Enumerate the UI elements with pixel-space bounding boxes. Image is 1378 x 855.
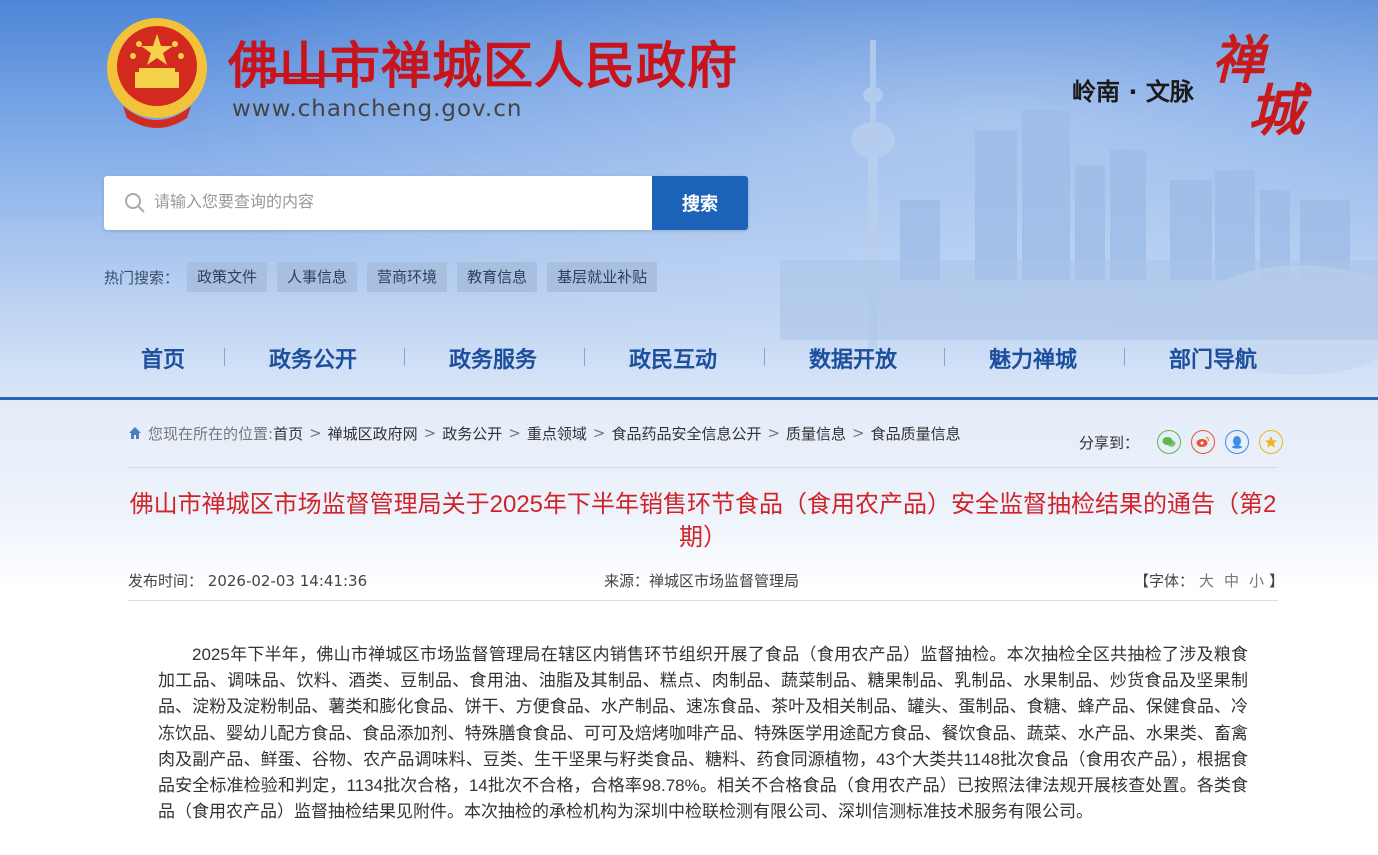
nav-divider — [764, 348, 765, 366]
nav-active-indicator — [270, 73, 358, 77]
hot-tag-personnel[interactable]: 人事信息 — [277, 262, 358, 292]
font-size-label: 【字体： — [1134, 572, 1195, 590]
breadcrumb-item[interactable]: 食品药品安全信息公开 — [611, 423, 761, 444]
search-button[interactable]: 搜索 — [652, 176, 748, 230]
publish-time-label: 发布时间： — [128, 572, 204, 590]
nav-divider — [1124, 348, 1125, 366]
home-icon — [129, 427, 141, 439]
article-title: 佛山市禅城区市场监督管理局关于2025年下半年销售环节食品（食用农产品）安全监督… — [129, 491, 1277, 551]
qq-icon[interactable] — [1225, 430, 1250, 454]
search-input[interactable] — [154, 176, 650, 230]
breadcrumb-item[interactable]: 禅城区政府网 — [328, 423, 418, 444]
site-slogan: 岭南 · 文脉 — [1072, 78, 1194, 106]
share-label: 分享到： — [1079, 433, 1140, 452]
nav-divider — [944, 348, 945, 366]
qzone-icon[interactable] — [1259, 430, 1284, 454]
nav-divider — [584, 348, 585, 366]
publish-time: 发布时间： 2026-02-03 14:41:36 — [128, 570, 367, 591]
nav-item-charm[interactable]: 魅力禅城 — [989, 342, 1077, 374]
main-nav: 首页 政务公开 政务服务 政民互动 数据开放 魅力禅城 部门导航 — [0, 330, 1378, 386]
breadcrumb-item[interactable]: 质量信息 — [786, 423, 846, 444]
hot-search-label: 热门搜索： — [104, 268, 180, 287]
nav-divider — [224, 348, 225, 366]
nav-item-open-data[interactable]: 数据开放 — [809, 342, 897, 374]
nav-item-home[interactable]: 首页 — [141, 342, 185, 374]
breadcrumb-divider — [128, 467, 1278, 468]
breadcrumb-item[interactable]: 重点领域 — [527, 423, 587, 444]
font-size-large[interactable]: 大 — [1199, 572, 1214, 590]
font-size-medium[interactable]: 中 — [1224, 572, 1239, 590]
hot-search: 热门搜索： 政策文件 人事信息 营商环境 教育信息 基层就业补贴 — [104, 262, 667, 292]
share-bar: 分享到： — [1079, 430, 1284, 454]
breadcrumb-prefix: 您现在所在的位置: — [148, 424, 274, 443]
search-icon — [125, 193, 145, 213]
breadcrumb-separator: > — [767, 424, 781, 442]
breadcrumb-separator: > — [423, 424, 437, 442]
hot-tag-policy[interactable]: 政策文件 — [187, 262, 268, 292]
breadcrumb-separator: > — [592, 424, 606, 442]
publish-time-value: 2026-02-03 14:41:36 — [207, 572, 368, 590]
hot-tag-employment[interactable]: 基层就业补贴 — [547, 262, 658, 292]
nav-item-departments[interactable]: 部门导航 — [1169, 342, 1257, 374]
article-source: 来源：禅城区市场监督管理局 — [604, 572, 800, 590]
breadcrumb-separator: > — [508, 424, 521, 442]
meta-divider — [128, 600, 1278, 601]
breadcrumb-separator: > — [309, 424, 322, 442]
breadcrumb-item[interactable]: 食品质量信息 — [871, 423, 961, 444]
font-size-control: 【字体：大中小】 — [1134, 570, 1284, 591]
site-header: 佛山市禅城区人民政府 www.chancheng.gov.cn 岭南 · 文脉 … — [0, 0, 1378, 400]
nav-item-interaction[interactable]: 政民互动 — [629, 342, 717, 374]
breadcrumb-item[interactable]: 首页 — [273, 423, 303, 444]
breadcrumb-separator: > — [852, 424, 865, 442]
font-size-close: 】 — [1269, 572, 1285, 590]
hot-tag-education[interactable]: 教育信息 — [457, 262, 538, 292]
search-bar: 搜索 — [104, 176, 748, 230]
calligraphy-char-2: 城 — [1248, 78, 1304, 144]
nav-item-gov-services[interactable]: 政务服务 — [449, 342, 537, 374]
site-url: www.chancheng.gov.cn — [232, 96, 523, 122]
nav-divider — [404, 348, 405, 366]
article-body: 2025年下半年，佛山市禅城区市场监督管理局在辖区内销售环节组织开展了食品（食用… — [158, 645, 1248, 822]
national-emblem-icon — [107, 18, 207, 128]
breadcrumb-item[interactable]: 政务公开 — [442, 423, 502, 444]
wechat-icon[interactable] — [1157, 430, 1182, 454]
font-size-small[interactable]: 小 — [1249, 572, 1264, 590]
hot-tag-business[interactable]: 营商环境 — [367, 262, 448, 292]
weibo-icon[interactable] — [1191, 430, 1216, 454]
breadcrumb: 您现在所在的位置: 首页 > 禅城区政府网 > 政务公开 > 重点领域 > 食品… — [128, 423, 961, 443]
site-title[interactable]: 佛山市禅城区人民政府 — [228, 26, 738, 98]
nav-item-gov-affairs[interactable]: 政务公开 — [269, 342, 357, 374]
